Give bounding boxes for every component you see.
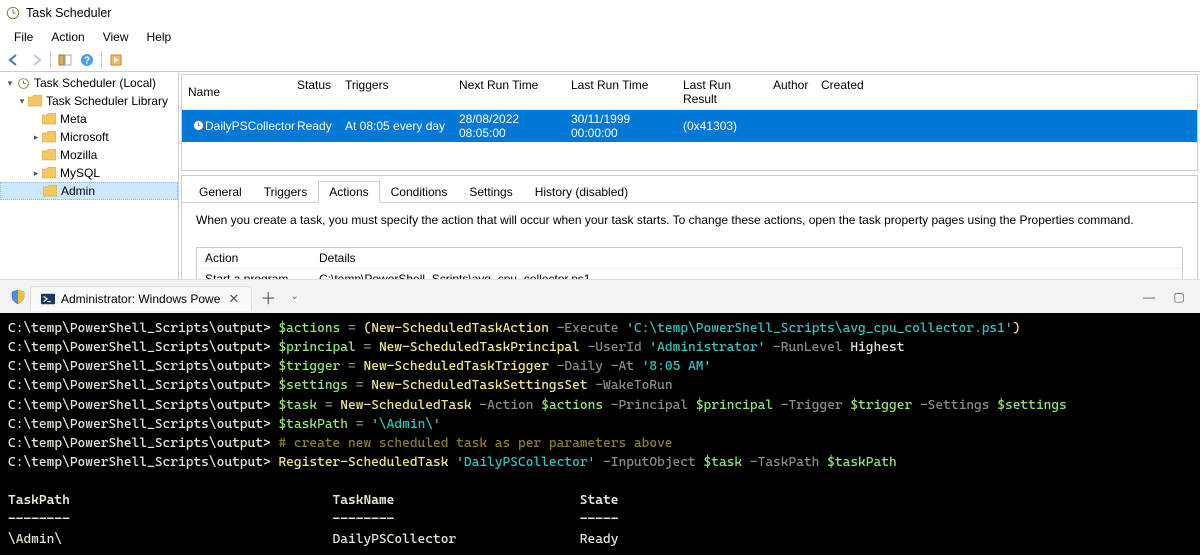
window-title: Task Scheduler — [26, 6, 111, 20]
navigation-tree[interactable]: ▾ Task Scheduler (Local) ▾ Task Schedule… — [0, 72, 179, 279]
tree-node-label: Task Scheduler (Local) — [34, 76, 156, 90]
main-area: ▾ Task Scheduler (Local) ▾ Task Schedule… — [0, 72, 1200, 279]
task-icon — [192, 119, 205, 133]
back-button[interactable] — [4, 50, 24, 70]
task-name: DailyPSCollector — [205, 119, 295, 133]
tab-menu-chevron-icon[interactable]: ⌄ — [284, 287, 304, 306]
tree-item-microsoft[interactable]: ▸ Microsoft — [0, 128, 178, 146]
shield-icon — [10, 289, 26, 305]
tree-node-label: Meta — [60, 112, 87, 126]
help-icon[interactable]: ? — [77, 50, 97, 70]
task-status: Ready — [291, 117, 339, 135]
chevron-down-icon[interactable]: ▾ — [16, 96, 28, 107]
tree-item-mozilla[interactable]: Mozilla — [0, 146, 178, 164]
title-bar: Task Scheduler — [0, 0, 1200, 26]
tree-library[interactable]: ▾ Task Scheduler Library — [0, 92, 178, 110]
menu-view[interactable]: View — [95, 28, 137, 46]
folder-icon — [43, 184, 57, 198]
forward-button[interactable] — [26, 50, 46, 70]
tab-triggers[interactable]: Triggers — [253, 181, 319, 203]
tree-node-label: Task Scheduler Library — [46, 94, 168, 108]
col-created[interactable]: Created — [815, 75, 1197, 109]
maximize-button[interactable]: ▢ — [1164, 290, 1194, 304]
task-author — [767, 124, 815, 128]
close-tab-icon[interactable]: ✕ — [226, 291, 241, 307]
folder-icon — [42, 148, 56, 162]
folder-icon — [42, 166, 56, 180]
tabs-strip: General Triggers Actions Conditions Sett… — [182, 176, 1197, 203]
tab-history[interactable]: History (disabled) — [524, 181, 639, 203]
chevron-down-icon[interactable]: ▾ — [4, 78, 16, 89]
col-status[interactable]: Status — [291, 75, 339, 109]
menu-action[interactable]: Action — [43, 28, 92, 46]
folder-icon — [42, 130, 56, 144]
actions-hint: When you create a task, you must specify… — [182, 203, 1197, 237]
show-hide-tree-icon[interactable] — [55, 50, 75, 70]
task-next-run: 28/08/2022 08:05:00 — [453, 110, 565, 142]
folder-icon — [42, 112, 56, 126]
toolbar: ? — [0, 48, 1200, 72]
col-last-result[interactable]: Last Run Result — [677, 75, 767, 109]
chevron-right-icon[interactable]: ▸ — [30, 132, 42, 143]
minimize-button[interactable]: — — [1134, 290, 1164, 304]
tab-actions[interactable]: Actions — [318, 181, 379, 203]
task-list-header: Name Status Triggers Next Run Time Last … — [182, 75, 1197, 110]
tree-item-mysql[interactable]: ▸ MySQL — [0, 164, 178, 182]
task-triggers: At 08:05 every day — [339, 117, 453, 135]
col-action[interactable]: Action — [197, 248, 311, 268]
chevron-right-icon[interactable]: ▸ — [30, 168, 42, 179]
task-scheduler-icon — [6, 6, 20, 20]
terminal-output[interactable]: C:\temp\PowerShell_Scripts\output> $acti… — [0, 313, 1200, 555]
svg-text:?: ? — [84, 55, 90, 66]
powershell-icon — [41, 292, 55, 306]
tab-settings[interactable]: Settings — [458, 181, 523, 203]
col-next-run[interactable]: Next Run Time — [453, 75, 565, 109]
task-row[interactable]: DailyPSCollector Ready At 08:05 every da… — [182, 110, 1197, 142]
col-details[interactable]: Details — [311, 248, 1182, 268]
terminal-tab-bar: Administrator: Windows Powe ✕ ＋ ⌄ — ▢ — [0, 279, 1200, 313]
terminal-tab-title: Administrator: Windows Powe — [61, 292, 220, 306]
tree-item-admin[interactable]: Admin — [0, 182, 178, 200]
menu-help[interactable]: Help — [139, 28, 180, 46]
tree-node-label: Microsoft — [60, 130, 109, 144]
tree-item-meta[interactable]: Meta — [0, 110, 178, 128]
task-list[interactable]: Name Status Triggers Next Run Time Last … — [181, 74, 1198, 171]
task-last-run: 30/11/1999 00:00:00 — [565, 110, 677, 142]
tree-root[interactable]: ▾ Task Scheduler (Local) — [0, 74, 178, 92]
new-tab-button[interactable]: ＋ — [252, 281, 284, 313]
content-pane: Name Status Triggers Next Run Time Last … — [179, 72, 1200, 279]
tree-node-label: Mozilla — [60, 148, 97, 162]
folder-icon — [28, 94, 42, 108]
col-name[interactable]: Name — [182, 75, 291, 109]
tab-general[interactable]: General — [188, 181, 253, 203]
menu-bar: File Action View Help — [0, 26, 1200, 48]
task-created — [815, 124, 1197, 128]
run-icon[interactable] — [106, 50, 126, 70]
terminal-window: Administrator: Windows Powe ✕ ＋ ⌄ — ▢ C:… — [0, 279, 1200, 555]
tab-conditions[interactable]: Conditions — [380, 181, 459, 203]
col-triggers[interactable]: Triggers — [339, 75, 453, 109]
terminal-tab[interactable]: Administrator: Windows Powe ✕ — [30, 286, 252, 311]
tree-node-label: MySQL — [60, 166, 100, 180]
actions-header: Action Details — [197, 248, 1182, 269]
col-author[interactable]: Author — [767, 75, 815, 109]
col-last-run[interactable]: Last Run Time — [565, 75, 677, 109]
tree-node-label: Admin — [61, 184, 95, 198]
menu-file[interactable]: File — [6, 28, 41, 46]
task-scheduler-icon — [16, 76, 30, 90]
task-last-result: (0x41303) — [677, 117, 767, 135]
